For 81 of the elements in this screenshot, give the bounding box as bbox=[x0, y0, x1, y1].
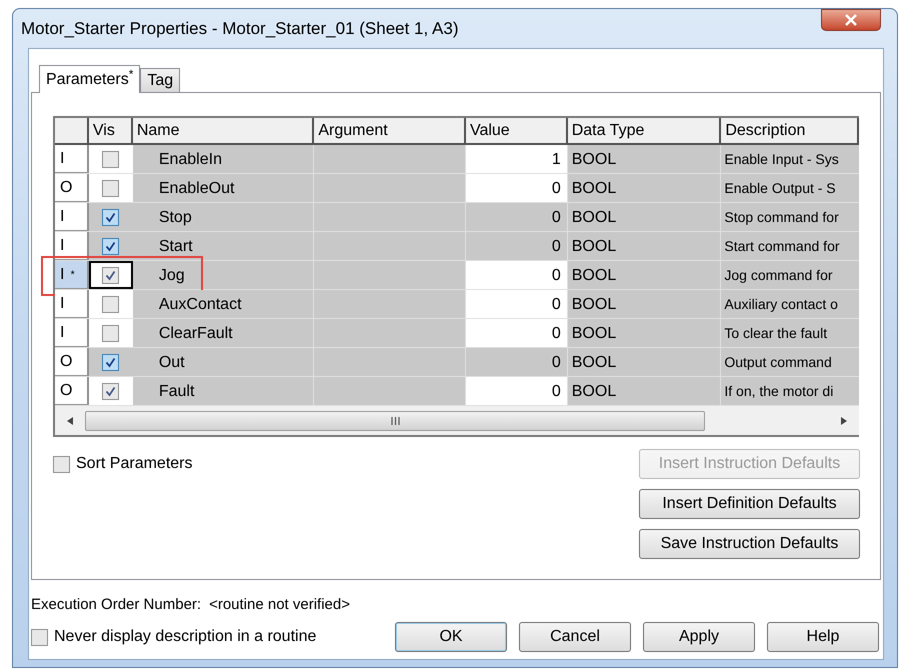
row-header[interactable]: I bbox=[55, 145, 89, 173]
vis-checkbox[interactable] bbox=[102, 296, 120, 312]
table-cell: BOOL bbox=[568, 290, 722, 318]
sort-checkbox[interactable] bbox=[53, 456, 70, 472]
checkmark-icon bbox=[105, 270, 116, 280]
table-cell: Start command for bbox=[721, 232, 859, 260]
table-cell: EnableIn bbox=[132, 145, 314, 173]
close-icon bbox=[844, 14, 858, 26]
dialog-button[interactable]: Save Instruction Defaults bbox=[639, 529, 860, 559]
table-cell: Jog bbox=[132, 261, 314, 289]
window-title: Motor_Starter Properties - Motor_Starter_01 (Sheet 1, A3) bbox=[21, 18, 458, 40]
table-cell: BOOL bbox=[568, 319, 722, 347]
table-cell: AuxContact bbox=[132, 290, 314, 318]
checkmark-icon bbox=[105, 212, 116, 222]
row-header[interactable]: I bbox=[55, 203, 89, 231]
table-cell: To clear the fault bbox=[721, 319, 859, 347]
never-display-label: Never display description in a routine bbox=[54, 627, 316, 647]
row-header[interactable]: I * bbox=[55, 261, 89, 289]
checkmark-icon bbox=[105, 386, 116, 396]
row-header[interactable]: O bbox=[55, 377, 89, 405]
row-header[interactable]: O bbox=[55, 348, 89, 376]
row-header[interactable]: O bbox=[55, 174, 89, 202]
tab[interactable]: Parameters$^{*}$ bbox=[39, 65, 140, 93]
execution-order-value: <routine not verified> bbox=[209, 594, 350, 615]
table-cell: BOOL bbox=[568, 174, 722, 202]
row-header[interactable]: I bbox=[55, 232, 89, 260]
horizontal-scrollbar[interactable] bbox=[55, 406, 859, 435]
column-header[interactable]: Value bbox=[466, 118, 568, 143]
column-header[interactable]: Vis bbox=[88, 118, 133, 143]
vis-checkbox[interactable] bbox=[102, 354, 120, 370]
scrollbar-thumb[interactable] bbox=[85, 410, 705, 430]
checkmark-icon bbox=[105, 356, 116, 368]
vis-checkbox[interactable] bbox=[102, 324, 120, 342]
table-cell: Auxiliary contact o bbox=[721, 290, 859, 318]
row-header[interactable]: I bbox=[55, 290, 89, 318]
table-cell: If on, the motor di bbox=[721, 377, 859, 405]
table-cell: Out bbox=[132, 348, 314, 376]
grip-icon bbox=[390, 416, 400, 424]
dialog-button[interactable]: Cancel bbox=[519, 622, 631, 652]
table-cell: Enable Input - Sys bbox=[721, 145, 859, 173]
tab[interactable]: Tag bbox=[140, 68, 180, 92]
table-cell[interactable]: 0 bbox=[466, 232, 568, 260]
vis-checkbox[interactable] bbox=[102, 382, 120, 400]
table-cell: Fault bbox=[132, 377, 314, 405]
table-cell: Stop command for bbox=[721, 203, 859, 231]
table-cell: ClearFault bbox=[132, 319, 314, 347]
table-cell: BOOL bbox=[568, 261, 722, 289]
table-cell: Output command bbox=[721, 348, 859, 376]
column-header[interactable]: Argument bbox=[314, 118, 466, 143]
vis-checkbox[interactable] bbox=[102, 238, 120, 254]
table-cell: BOOL bbox=[568, 377, 722, 405]
checkmark-icon bbox=[105, 240, 116, 252]
column-header[interactable]: Data Type bbox=[568, 118, 722, 143]
table-cell: BOOL bbox=[568, 203, 722, 231]
column-header[interactable]: Name bbox=[132, 118, 314, 143]
vis-checkbox[interactable] bbox=[102, 266, 120, 284]
table-cell: BOOL bbox=[568, 232, 722, 260]
dialog-button[interactable]: Apply bbox=[643, 622, 755, 652]
close-button[interactable] bbox=[821, 9, 881, 31]
table-cell[interactable]: 0 bbox=[466, 203, 568, 231]
left-arrow-icon bbox=[67, 416, 73, 424]
dialog-button[interactable]: Help bbox=[767, 622, 879, 652]
table-cell: BOOL bbox=[568, 145, 722, 173]
row-header[interactable]: I bbox=[55, 319, 89, 347]
column-header[interactable]: Description bbox=[721, 118, 859, 143]
execution-order-label: Execution Order Number: bbox=[31, 594, 202, 615]
table-cell[interactable]: 0 bbox=[466, 348, 568, 376]
table-cell: Jog command for bbox=[721, 261, 859, 289]
dialog-button[interactable]: OK bbox=[395, 622, 507, 652]
table-cell: BOOL bbox=[568, 348, 722, 376]
never-display-checkbox[interactable] bbox=[31, 628, 48, 646]
right-arrow-icon bbox=[841, 416, 847, 424]
table-cell: Stop bbox=[132, 203, 314, 231]
table-cell: EnableOut bbox=[132, 174, 314, 202]
sort-label: Sort Parameters bbox=[76, 454, 192, 474]
dialog-button[interactable]: Insert Definition Defaults bbox=[639, 489, 860, 519]
vis-checkbox[interactable] bbox=[102, 180, 120, 196]
vis-checkbox[interactable] bbox=[102, 150, 120, 168]
vis-checkbox[interactable] bbox=[102, 208, 120, 226]
table-cell: Enable Output - S bbox=[721, 174, 859, 202]
table-cell: Start bbox=[132, 232, 314, 260]
